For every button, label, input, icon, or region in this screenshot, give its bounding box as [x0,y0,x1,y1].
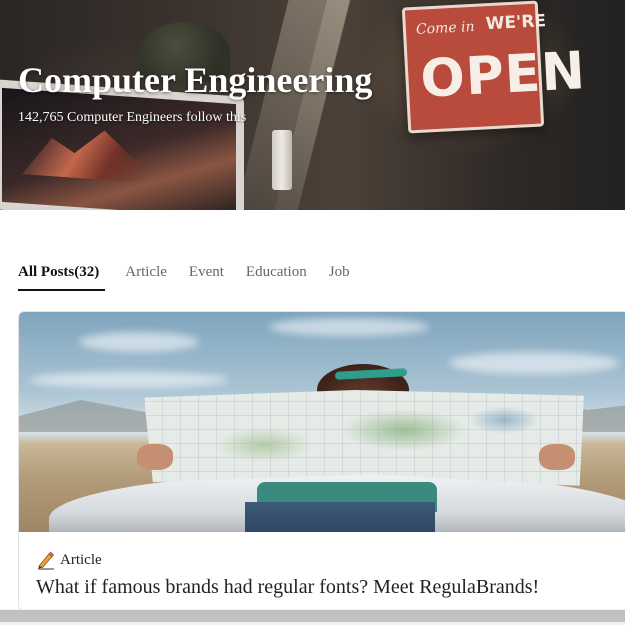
scrollbar-thumb[interactable] [0,610,625,622]
person-hand-left [137,444,173,470]
post-category: Article [36,550,102,570]
folded-map [144,390,584,486]
sign-text-come-in: Come in [415,18,475,38]
person-hand-right [539,444,575,470]
tab-article[interactable]: Article [125,262,167,289]
sky-cloud [79,332,199,352]
person-jeans [245,502,435,532]
follower-count: 142,765 Computer Engineers follow this [18,110,247,125]
tab-education[interactable]: Education [246,262,307,289]
sign-text-open: OPEN [419,41,588,110]
post-cover-image[interactable] [19,312,625,532]
tab-all-posts[interactable]: All Posts(32) [18,262,106,291]
page-title: Computer Engineering [18,60,373,100]
hero-open-sign: Come in WE'RE OPEN [401,0,587,134]
post-filter-tabs: All Posts(32) Article Event Education Jo… [18,262,372,292]
sign-text-were: WE'RE [485,11,547,35]
post-title[interactable]: What if famous brands had regular fonts?… [36,576,539,599]
pencil-icon [36,550,56,570]
sky-cloud [449,352,619,374]
horizontal-scrollbar[interactable] [0,609,625,625]
hero-cup-image [272,130,292,190]
sky-cloud [29,372,229,388]
tab-event[interactable]: Event [189,262,224,289]
post-category-label: Article [60,551,102,568]
hero-banner: Come in WE'RE OPEN Computer Engineering … [0,0,625,210]
tab-job[interactable]: Job [329,262,350,289]
sky-cloud [269,318,429,336]
post-card[interactable]: Article What if famous brands had regula… [18,311,625,611]
